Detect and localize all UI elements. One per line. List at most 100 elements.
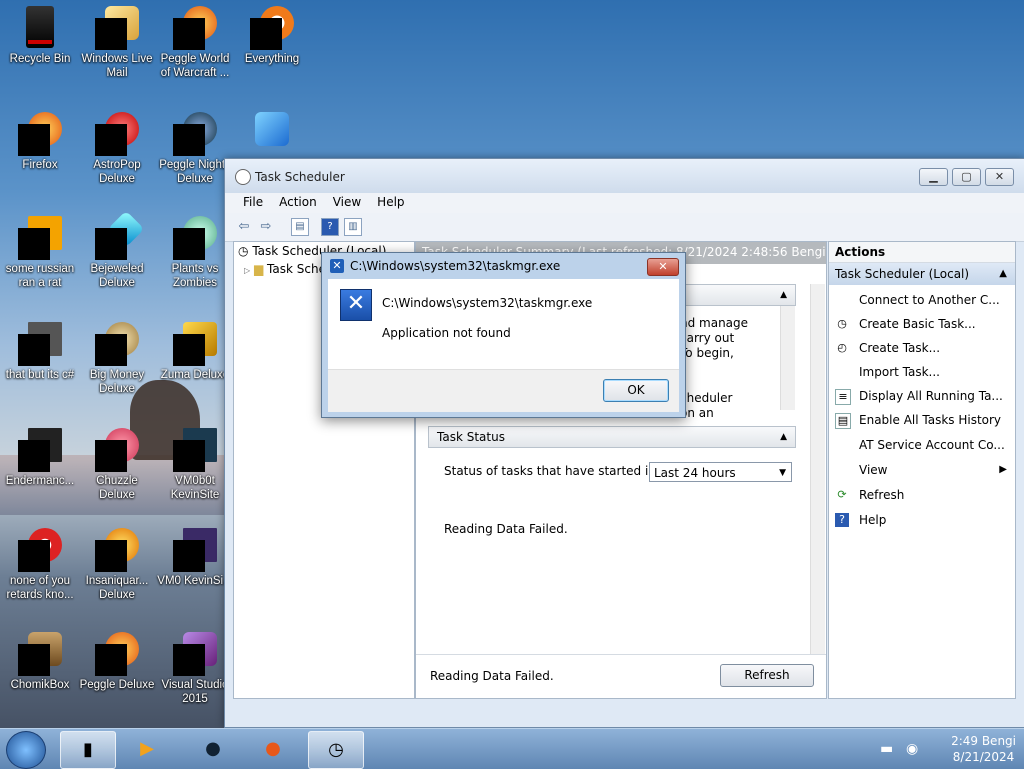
overview-scrollbar[interactable] [780, 306, 795, 410]
menu-action[interactable]: Action [271, 193, 325, 209]
visual-studio-icon [173, 632, 217, 676]
back-arrow-icon[interactable]: ⇦ [235, 218, 253, 236]
desktop-icon-firefox[interactable]: Firefox [0, 112, 80, 172]
menu-view[interactable]: View [325, 193, 369, 209]
collapse-arrow-icon[interactable]: ▲ [780, 285, 787, 305]
help-icon: ? [835, 513, 849, 527]
desktop-icon-bejeweled[interactable]: Bejeweled Deluxe [77, 210, 157, 290]
show-hide-action-pane-icon[interactable]: ▥ [344, 218, 362, 236]
actions-pane: Actions Task Scheduler (Local) ▲ Connect… [828, 241, 1016, 699]
toolbar: ⇦ ⇨ ▤ ? ▥ [225, 213, 1024, 242]
close-button[interactable]: ✕ [985, 168, 1014, 186]
action-create-task[interactable]: ◴ Create Task... [829, 336, 1015, 360]
taskbar-item-media-player[interactable]: ▶ [120, 731, 174, 767]
menu-help[interactable]: Help [369, 193, 412, 209]
action-enable-all-tasks-history[interactable]: ▤ Enable All Tasks History [829, 408, 1015, 432]
desktop-icon-chuzzle[interactable]: Chuzzle Deluxe [77, 428, 157, 502]
expand-arrow-icon[interactable]: ▷ [244, 266, 250, 275]
desktop-icon-magnifier[interactable] [232, 112, 312, 158]
game-icon [173, 216, 217, 260]
app-icon: ▮ [83, 739, 93, 760]
media-player-icon: ▶ [140, 738, 154, 759]
dialog-path-text: C:\Windows\system32\taskmgr.exe [382, 296, 593, 310]
game-icon [173, 322, 217, 366]
action-display-all-running-tasks[interactable]: ≡ Display All Running Ta... [829, 384, 1015, 408]
game-icon [173, 112, 217, 156]
desktop-icon-endermanc[interactable]: Endermanc... [0, 428, 80, 488]
window-titlebar[interactable]: Task Scheduler ▁ ▢ ✕ [225, 159, 1024, 193]
globe-icon: ● [205, 738, 221, 759]
task-status-section-bar[interactable]: Task Status ▲ [428, 426, 796, 448]
action-create-basic-task[interactable]: ◷ Create Basic Task... [829, 312, 1015, 336]
ok-button[interactable]: OK [603, 379, 669, 402]
taskbar-item-globe[interactable]: ● [186, 731, 240, 767]
desktop-icon-everything[interactable]: Everything [232, 6, 312, 66]
game-icon [95, 632, 139, 676]
desktop-icon-zuma[interactable]: Zuma Deluxe [155, 322, 235, 382]
desktop-icon-peggle-nights[interactable]: Peggle Nights Deluxe [155, 112, 235, 186]
list-icon: ≡ [835, 389, 851, 405]
action-connect-to-another-computer[interactable]: Connect to Another C... [829, 288, 1015, 312]
help-icon[interactable]: ? [321, 218, 339, 236]
desktop-icon-recycle-bin[interactable]: Recycle Bin [0, 6, 80, 66]
desktop-icon-visual-studio[interactable]: Visual Studio 2015 [155, 632, 235, 706]
desktop-icon-vm0b0t[interactable]: VM0b0t KevinSite [155, 428, 235, 502]
magnifier-icon [250, 112, 294, 156]
desktop-icon-plants-vs-zombies[interactable]: Plants vs Zombies [155, 216, 235, 290]
time-period-select[interactable]: Last 24 hours ▼ [649, 462, 792, 482]
desktop-icon-peggle-wow[interactable]: Peggle World of Warcraft ... [155, 6, 235, 80]
action-view[interactable]: View ▶ [829, 458, 1015, 482]
dialog-titlebar[interactable]: ✕ C:\Windows\system32\taskmgr.exe ✕ [322, 253, 685, 279]
maximize-button[interactable]: ▢ [952, 168, 981, 186]
desktop-icon-big-money[interactable]: Big Money Deluxe [77, 322, 157, 396]
collapse-arrow-icon[interactable]: ▲ [780, 427, 787, 447]
task-icon: ◴ [837, 341, 847, 354]
desktop-icon-windows-live-mail[interactable]: Windows Live Mail [77, 6, 157, 80]
desktop-icon-some-russian[interactable]: some russian ran a rat [0, 216, 80, 290]
desktop-icon-vm0[interactable]: VM0 KevinSi... [155, 528, 235, 588]
taskbar-clock[interactable]: 2:49 Bengi 8/21/2024 [951, 733, 1016, 765]
tray-bluetooth-icon[interactable]: ◉ [906, 741, 918, 757]
game-icon [95, 322, 139, 366]
forward-arrow-icon[interactable]: ⇨ [257, 218, 275, 236]
action-at-service-account[interactable]: AT Service Account Co... [829, 433, 1015, 457]
close-icon: ✕ [994, 170, 1005, 183]
game-icon [95, 428, 139, 472]
search-app-icon [250, 6, 294, 50]
window-title: Task Scheduler [255, 170, 345, 184]
desktop-icon-peggle-deluxe[interactable]: Peggle Deluxe [77, 632, 157, 692]
desktop-icon-chomikbox[interactable]: ChomikBox [0, 632, 80, 692]
desktop-icon-that-but-c[interactable]: that but its c# [0, 322, 80, 382]
clock-icon: ◷ [837, 317, 847, 330]
desktop-icon-astropop[interactable]: AstroPop Deluxe [77, 112, 157, 186]
action-refresh[interactable]: ⟳ Refresh [829, 483, 1015, 507]
mail-icon [95, 6, 139, 50]
error-icon: ✕ [330, 259, 344, 273]
taskbar-item-task-scheduler[interactable]: ◷ [308, 731, 364, 769]
menu-file[interactable]: File [235, 193, 271, 209]
menu-bar: File Action View Help [225, 193, 1024, 213]
action-help[interactable]: ? Help [829, 508, 1015, 532]
refresh-button[interactable]: Refresh [720, 664, 814, 687]
taskbar-item-firefox[interactable]: ● [246, 731, 300, 767]
firefox-icon [18, 112, 62, 156]
status-label: Status of tasks that have started in t..… [444, 464, 676, 478]
summary-scrollbar[interactable] [810, 284, 825, 654]
minimize-button[interactable]: ▁ [919, 168, 948, 186]
maximize-icon: ▢ [961, 170, 972, 183]
actions-group-header[interactable]: Task Scheduler (Local) ▲ [829, 263, 1015, 285]
show-hide-console-tree-icon[interactable]: ▤ [291, 218, 309, 236]
taskbar-item-app[interactable]: ▮ [60, 731, 116, 769]
dialog-close-button[interactable]: ✕ [647, 258, 679, 276]
start-button[interactable] [6, 731, 46, 769]
desktop-icon-none-of-you[interactable]: none of you retards kno... [0, 528, 80, 602]
error-icon: ✕ [340, 289, 372, 321]
action-import-task[interactable]: Import Task... [829, 360, 1015, 384]
close-icon: ✕ [658, 260, 668, 273]
desktop-icon-insaniquarium[interactable]: Insaniquar... Deluxe [77, 528, 157, 602]
submenu-arrow-icon: ▶ [999, 464, 1007, 475]
recycle-bin-icon [18, 6, 62, 50]
tray-network-icon[interactable]: ▬ [880, 741, 893, 757]
app-icon [173, 428, 217, 472]
collapse-arrow-icon[interactable]: ▲ [999, 263, 1007, 285]
